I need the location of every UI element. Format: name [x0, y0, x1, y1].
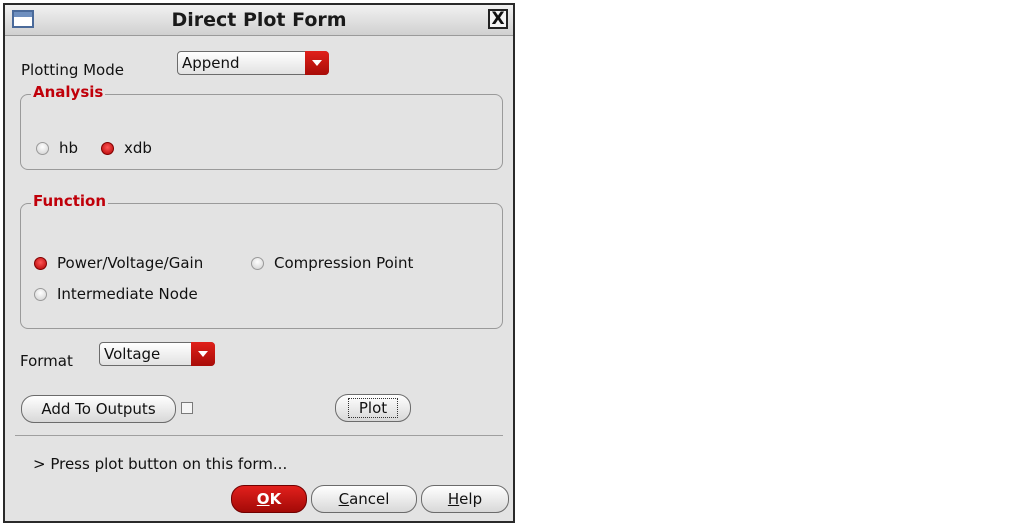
chevron-down-icon[interactable] [191, 342, 215, 366]
help-mnemonic: H [447, 490, 460, 508]
plotting-mode-dropdown[interactable]: Append [177, 51, 329, 75]
ok-button[interactable]: OK [231, 485, 307, 513]
analysis-group-title: Analysis [31, 83, 106, 101]
chevron-down-icon[interactable] [305, 51, 329, 75]
cancel-mnemonic: C [338, 490, 350, 508]
radio-button-icon[interactable] [251, 256, 264, 270]
format-label: Format [20, 352, 73, 370]
plotting-mode-label: Plotting Mode [21, 61, 124, 79]
ok-label-rest: K [269, 490, 282, 508]
status-message: > Press plot button on this form... [33, 455, 288, 473]
help-label-rest: elp [459, 490, 483, 508]
plot-button[interactable]: Plot [335, 394, 411, 422]
analysis-option-label: hb [59, 139, 79, 157]
function-option-label: Intermediate Node [57, 285, 198, 303]
function-option-compression-point[interactable]: Compression Point [251, 254, 413, 272]
function-option-label: Compression Point [274, 254, 414, 272]
title-bar[interactable]: Direct Plot Form X [5, 5, 513, 36]
function-option-power-voltage-gain[interactable]: Power/Voltage/Gain [34, 254, 203, 272]
radio-button-icon[interactable] [36, 141, 49, 155]
add-to-outputs-button[interactable]: Add To Outputs [21, 395, 176, 423]
analysis-option-xdb[interactable]: xdb [101, 139, 152, 157]
format-dropdown[interactable]: Voltage [99, 342, 215, 366]
separator [15, 435, 503, 436]
function-group: Function Power/Voltage/Gain Compression … [20, 192, 503, 329]
format-value: Voltage [104, 345, 161, 363]
analysis-group: Analysis hb xdb [20, 83, 503, 170]
function-option-label: Power/Voltage/Gain [57, 254, 204, 272]
function-group-title: Function [31, 192, 109, 210]
add-to-outputs-checkbox[interactable] [181, 402, 193, 414]
cancel-button[interactable]: Cancel [311, 485, 417, 513]
radio-button-selected-icon[interactable] [101, 141, 114, 155]
radio-button-selected-icon[interactable] [34, 256, 47, 270]
analysis-option-hb[interactable]: hb [36, 139, 78, 157]
cancel-label-rest: ancel [349, 490, 390, 508]
plotting-mode-value: Append [182, 54, 240, 72]
close-button[interactable]: X [488, 9, 508, 29]
direct-plot-form-dialog: Direct Plot Form X Plotting Mode Append … [3, 3, 515, 523]
ok-mnemonic: O [256, 490, 270, 508]
plot-button-label: Plot [347, 398, 399, 418]
radio-button-icon[interactable] [34, 287, 47, 301]
analysis-option-label: xdb [124, 139, 152, 157]
help-button[interactable]: Help [421, 485, 509, 513]
dialog-title: Direct Plot Form [171, 9, 347, 31]
function-option-intermediate-node[interactable]: Intermediate Node [34, 285, 198, 303]
